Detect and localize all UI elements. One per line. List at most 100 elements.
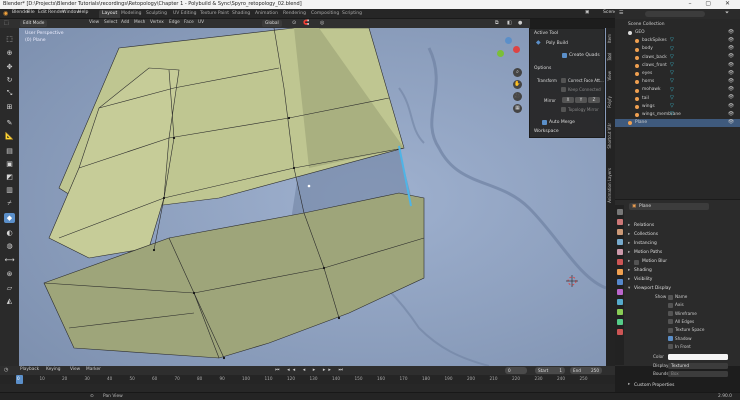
cursor-tool-icon[interactable]: ⊕ [4, 48, 15, 58]
outliner-row[interactable]: tail ▽ 👁 [615, 95, 740, 103]
mode-dropdown[interactable]: Edit Mode [20, 20, 48, 27]
viewport-display-checkbox[interactable] [668, 327, 673, 333]
mirror-z-button[interactable]: Z [588, 97, 600, 103]
mirror-y-button[interactable]: Y [575, 97, 587, 103]
playback-controls[interactable]: ⏮ ◂◂ ◂ ▸ ▸▸ ⏭ [275, 367, 346, 373]
tab-tool[interactable]: Tool [607, 53, 612, 61]
menu-view[interactable]: View [89, 20, 99, 25]
zoom-icon[interactable]: ⌕ [513, 68, 522, 77]
tab-modeling[interactable]: Modeling [118, 10, 144, 18]
visibility-eye-icon[interactable]: 👁 [728, 63, 734, 69]
outliner-search-input[interactable] [645, 11, 705, 17]
mesh-data-icon[interactable]: ▽ [670, 46, 674, 52]
current-frame-field[interactable]: 0 [505, 367, 527, 374]
outliner-row[interactable]: Scene Collection [615, 21, 740, 29]
output-props-icon[interactable] [617, 229, 623, 235]
dropdown-field[interactable]: Textured [668, 362, 728, 369]
motion-blur-checkbox[interactable] [634, 259, 639, 265]
data-props-icon[interactable] [617, 319, 623, 325]
visibility-eye-icon[interactable]: 👁 [728, 104, 734, 110]
visibility-eye-icon[interactable]: 👁 [728, 87, 734, 93]
window-controls[interactable]: – ▢ ✕ [688, 1, 736, 7]
tab-animation[interactable]: Animation [252, 10, 281, 18]
menu-view-timeline[interactable]: View [70, 367, 80, 372]
constraint-props-icon[interactable] [617, 309, 623, 315]
viewport-display-checkbox[interactable] [668, 336, 673, 341]
spin-tool-icon[interactable]: ◐ [4, 228, 15, 238]
object-name-field[interactable]: ▣ Plane [629, 203, 709, 210]
tab-shortcut[interactable]: Shortcut VUr [607, 123, 612, 149]
tab-shading[interactable]: Shading [229, 10, 253, 18]
knife-tool-icon[interactable]: ⌿ [4, 198, 15, 208]
filter-icon[interactable]: ⏷ [725, 11, 729, 16]
z-axis-icon[interactable] [505, 37, 512, 44]
proportional-icon[interactable]: ◎ [320, 20, 324, 26]
outliner-row[interactable]: claws_back ▽ 👁 [615, 54, 740, 62]
create-quads-checkbox[interactable] [562, 53, 567, 58]
menu-edit[interactable]: Edit [38, 10, 47, 16]
viewport-display-checkbox[interactable] [668, 302, 673, 308]
mesh-data-icon[interactable]: ▽ [670, 38, 674, 43]
timeline-editor-icon[interactable]: ◷ [4, 368, 8, 373]
smooth-tool-icon[interactable]: ◍ [4, 241, 15, 251]
scene-props-icon[interactable] [617, 249, 623, 255]
rotate-tool-icon[interactable]: ↻ [4, 75, 15, 85]
shrink-tool-icon[interactable]: ⊛ [4, 269, 15, 279]
outliner-row[interactable]: backSpikes ▽ 👁 [615, 37, 740, 45]
outliner-row[interactable]: Plane 👁 [615, 119, 740, 128]
transform-tool-icon[interactable]: ⊞ [4, 102, 15, 112]
world-props-icon[interactable] [617, 259, 623, 265]
visibility-eye-icon[interactable]: 👁 [728, 38, 734, 44]
modifier-props-icon[interactable] [617, 279, 623, 285]
menu-help[interactable]: Help [78, 10, 88, 16]
outliner-editor-icon[interactable]: ☰ [619, 11, 623, 16]
menu-marker[interactable]: Marker [86, 367, 101, 372]
viewport-display-checkbox[interactable] [668, 311, 673, 317]
menu-file[interactable]: File [27, 10, 35, 16]
tab-texture-paint[interactable]: Texture Paint [197, 10, 232, 18]
viewport-display-checkbox[interactable] [668, 294, 673, 300]
tab-uv-editing[interactable]: UV Editing [170, 10, 199, 18]
visibility-eye-icon[interactable]: 👁 [728, 54, 734, 60]
outliner-row[interactable]: mohawk ▽ 👁 [615, 87, 740, 95]
camera-icon[interactable]: 🎥 [513, 92, 522, 101]
auto-merge-checkbox[interactable] [542, 120, 547, 125]
visibility-eye-icon[interactable]: 👁 [728, 120, 734, 126]
tab-sculpting[interactable]: Sculpting [143, 10, 170, 18]
prop-section-header[interactable]: ▸ Motion Blur [625, 258, 738, 266]
visibility-eye-icon[interactable]: 👁 [728, 71, 734, 77]
scene-icon[interactable]: ▣ [585, 10, 589, 16]
end-frame-field[interactable]: End 250 [570, 367, 602, 374]
menu-keying[interactable]: Keying [46, 367, 60, 372]
menu-face[interactable]: Face [184, 20, 194, 25]
particle-props-icon[interactable] [617, 289, 623, 295]
visibility-eye-icon[interactable]: 👁 [728, 95, 734, 101]
measure-tool-icon[interactable]: 📐 [4, 131, 15, 141]
options-header[interactable]: Options [534, 66, 551, 72]
pivot-icon[interactable]: ⊙ [292, 20, 296, 26]
mesh-data-icon[interactable]: ▽ [670, 63, 674, 68]
loopcut-tool-icon[interactable]: ▥ [4, 185, 15, 195]
3d-viewport[interactable]: User Perspective (0) Plane ⌕ ✋ 🎥 ▦ [19, 28, 606, 366]
rip-tool-icon[interactable]: ◭ [4, 296, 15, 306]
snap-icon[interactable]: 🧲 [303, 20, 309, 26]
blender-logo-icon[interactable]: ◉ [3, 10, 8, 17]
active-vertex[interactable] [307, 184, 311, 188]
y-axis-icon[interactable] [497, 50, 504, 57]
polybuild-tool-icon[interactable]: ◆ [4, 213, 15, 223]
menu-uv[interactable]: UV [198, 20, 204, 25]
visibility-eye-icon[interactable]: 👁 [728, 30, 734, 36]
extrude-tool-icon[interactable]: ▤ [4, 146, 15, 156]
tab-item[interactable]: Item [607, 34, 612, 43]
mesh-data-icon[interactable]: ▽ [670, 95, 674, 101]
visibility-eye-icon[interactable]: 👁 [728, 112, 734, 118]
prop-section-header[interactable]: ▸ Instancing [625, 240, 738, 248]
custom-properties-header[interactable]: ▸ Custom Properties [625, 382, 738, 390]
outliner-row[interactable]: horns ▽ 👁 [615, 78, 740, 86]
viewport-display-checkbox[interactable] [668, 344, 673, 350]
tab-scripting[interactable]: Scripting [339, 10, 365, 18]
material-props-icon[interactable] [617, 329, 623, 335]
object-props-icon[interactable] [617, 269, 623, 275]
outliner-row[interactable]: claws_front ▽ 👁 [615, 62, 740, 70]
outliner-row[interactable]: wings_membrane ▽ 👁 [615, 111, 740, 119]
